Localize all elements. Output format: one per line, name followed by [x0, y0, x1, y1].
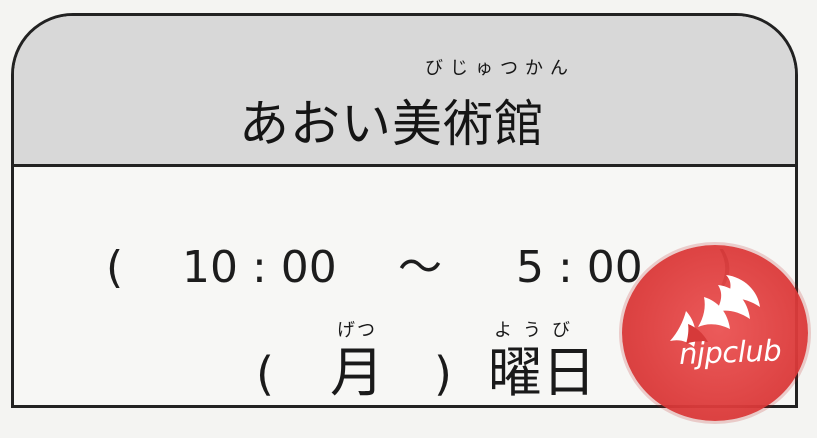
watermark-text: njpclub	[678, 333, 782, 371]
opening-time: 10 : 00	[182, 242, 337, 293]
weekday-reading: ようび	[494, 320, 581, 341]
day-close-paren: )	[434, 347, 452, 401]
hours-open-paren: (	[106, 242, 124, 293]
day-reading: げつ	[337, 320, 377, 341]
title-block: びじゅつかん あおい美術館	[239, 54, 609, 154]
sign-header: びじゅつかん あおい美術館	[14, 16, 795, 167]
day-open-paren: (	[256, 347, 274, 401]
time-range-tilde: 〜	[398, 242, 442, 293]
closed-day-row: げつ ようび ( 月 ) 曜日	[256, 320, 646, 405]
weekday-label: 曜日	[488, 341, 596, 404]
sign-title: あおい美術館	[239, 95, 545, 153]
closed-day: 月	[330, 341, 384, 404]
title-reading: びじゅつかん	[425, 58, 575, 79]
closing-time: 5 : 00	[516, 242, 643, 293]
watermark-badge: njpclub	[622, 245, 808, 421]
